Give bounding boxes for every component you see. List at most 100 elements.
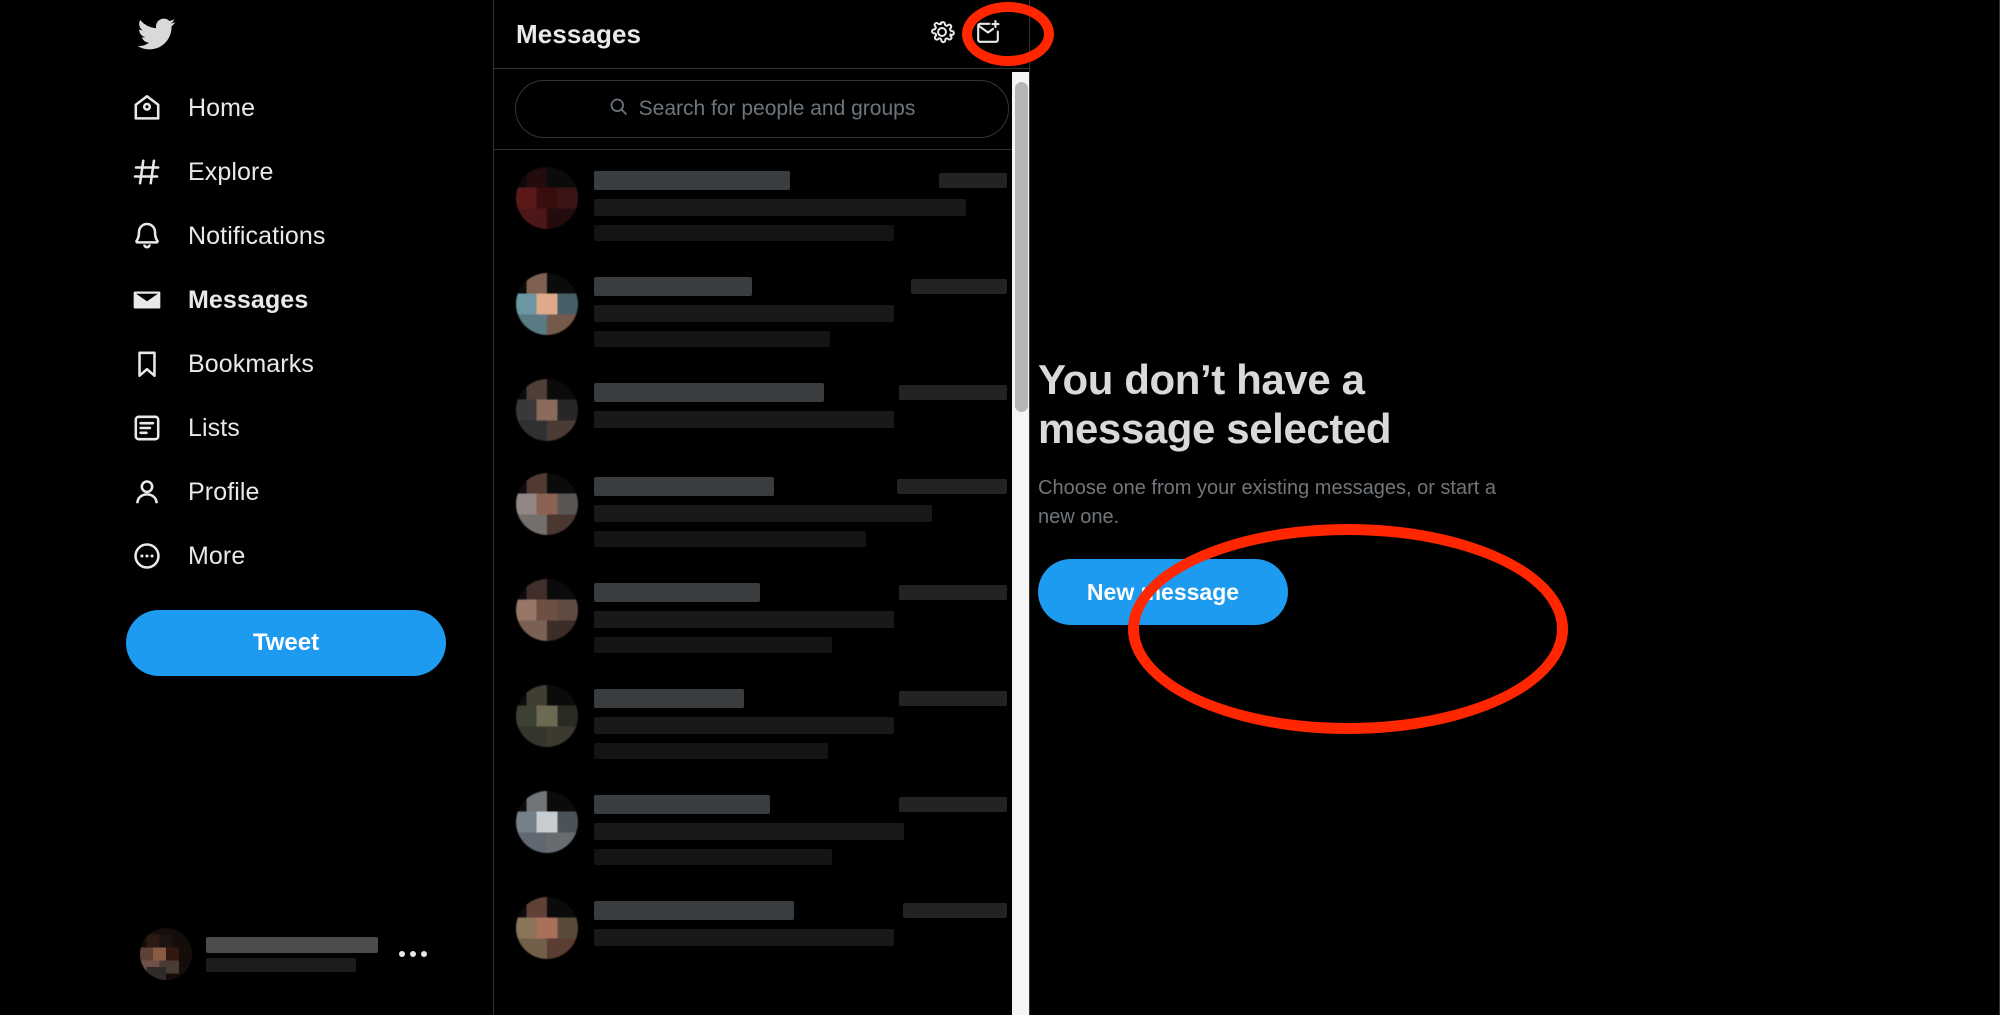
conversation-header	[594, 477, 1007, 496]
scrollbar-thumb[interactable]	[1015, 82, 1028, 412]
sidebar-item-lists[interactable]: Lists	[118, 396, 448, 460]
conversation-timestamp-redacted	[899, 691, 1007, 706]
avatar	[516, 897, 578, 959]
conversation-header	[594, 901, 1007, 920]
twitter-bird-logo[interactable]	[128, 6, 184, 62]
conversation-snippet-redacted	[594, 611, 894, 628]
sidebar-item-home[interactable]: Home	[118, 76, 448, 140]
conversation-header	[594, 689, 1007, 708]
avatar	[140, 928, 192, 980]
empty-state-title: You don’t have a message selected	[1038, 356, 1392, 453]
conversation-snippet-redacted	[594, 305, 894, 322]
sidebar-item-label: Messages	[188, 285, 309, 314]
empty-state-subtitle: Choose one from your existing messages, …	[1038, 477, 1496, 529]
avatar	[516, 379, 578, 441]
twitter-messages-app: Home Explore Notifications Messages Book…	[0, 0, 2000, 1015]
bell-icon	[128, 217, 166, 255]
avatar	[516, 273, 578, 335]
sidebar-item-profile[interactable]: Profile	[118, 460, 448, 524]
conversation-row[interactable]	[494, 563, 1029, 669]
conversation-name-redacted	[594, 477, 774, 496]
conversation-row[interactable]	[494, 881, 1029, 975]
avatar	[516, 685, 578, 747]
conversation-header	[594, 277, 1007, 296]
avatar	[516, 473, 578, 535]
conversation-timestamp-redacted	[911, 279, 1007, 294]
conversation-list-scrollbar[interactable]	[1012, 72, 1029, 1015]
conversation-snippet-redacted	[594, 331, 830, 347]
conversation-snippet-redacted	[594, 743, 828, 759]
conversation-snippet-redacted	[594, 717, 894, 734]
sidebar-item-explore[interactable]: Explore	[118, 140, 448, 204]
sidebar-item-label: Notifications	[188, 221, 326, 250]
sidebar-item-notifications[interactable]: Notifications	[118, 204, 448, 268]
search-input[interactable]: Search for people and groups	[514, 80, 1009, 138]
account-name-redacted	[206, 936, 378, 953]
sidebar-item-messages[interactable]: Messages	[118, 268, 448, 332]
conversation-name-redacted	[594, 901, 794, 920]
conversation-preview	[594, 897, 1007, 946]
sidebar-item-label: More	[188, 541, 246, 570]
conversation-snippet-redacted	[594, 531, 866, 547]
settings-button[interactable]	[919, 11, 965, 57]
sidebar-item-label: Profile	[188, 477, 260, 506]
account-switcher[interactable]	[126, 915, 444, 993]
search-placeholder: Search for people and groups	[638, 97, 916, 120]
conversation-row[interactable]	[494, 257, 1029, 363]
more-circle-icon	[128, 537, 166, 575]
conversation-preview	[594, 579, 1007, 653]
account-identity	[206, 936, 396, 972]
logo-row	[118, 0, 448, 68]
conversation-preview	[594, 473, 1007, 547]
conversation-preview	[594, 791, 1007, 865]
sidebar-nav-list: Home Explore Notifications Messages Book…	[118, 76, 448, 588]
envelope-icon	[128, 281, 166, 319]
conversation-snippet-redacted	[594, 929, 894, 946]
messages-header: Messages	[494, 0, 1029, 69]
conversation-header	[594, 583, 1007, 602]
sidebar-item-label: Explore	[188, 157, 274, 186]
empty-state: You don’t have a message selected Choose…	[1038, 355, 1898, 626]
conversation-preview	[594, 167, 1007, 241]
person-icon	[128, 473, 166, 511]
conversation-row[interactable]	[494, 151, 1029, 257]
page-title: Messages	[516, 18, 642, 49]
conversation-row[interactable]	[494, 457, 1029, 563]
search-section: Search for people and groups	[494, 69, 1029, 150]
conversation-snippet-redacted	[594, 411, 894, 428]
conversation-timestamp-redacted	[899, 797, 1007, 812]
sidebar-item-more[interactable]: More	[118, 524, 448, 588]
conversation-header	[594, 383, 1007, 402]
conversation-timestamp-redacted	[939, 173, 1007, 188]
sidebar-item-label: Home	[188, 93, 256, 122]
conversation-timestamp-redacted	[899, 585, 1007, 600]
hash-icon	[128, 153, 166, 191]
account-handle-redacted	[206, 957, 356, 972]
conversation-snippet-redacted	[594, 199, 966, 216]
conversation-name-redacted	[594, 689, 744, 708]
message-detail-pane: You don’t have a message selected Choose…	[1030, 0, 2000, 1015]
conversation-list[interactable]	[494, 151, 1029, 1015]
sidebar-item-bookmarks[interactable]: Bookmarks	[118, 332, 448, 396]
conversation-name-redacted	[594, 583, 760, 602]
new-message-cta-button[interactable]: New message	[1038, 559, 1288, 626]
gear-icon	[928, 18, 956, 51]
messages-panel: Messages Search for people and groups	[493, 0, 1030, 1015]
conversation-timestamp-redacted	[903, 903, 1007, 918]
conversation-row[interactable]	[494, 669, 1029, 775]
conversation-snippet-redacted	[594, 225, 894, 241]
conversation-snippet-redacted	[594, 505, 932, 522]
conversation-row[interactable]	[494, 363, 1029, 457]
conversation-timestamp-redacted	[897, 479, 1007, 494]
list-icon	[128, 409, 166, 447]
home-icon	[128, 89, 166, 127]
conversation-preview	[594, 685, 1007, 759]
sidebar-item-label: Bookmarks	[188, 349, 314, 378]
conversation-row[interactable]	[494, 775, 1029, 881]
avatar	[516, 791, 578, 853]
conversation-name-redacted	[594, 795, 770, 814]
tweet-button[interactable]: Tweet	[126, 610, 446, 676]
conversation-preview	[594, 273, 1007, 347]
new-message-button[interactable]	[965, 11, 1011, 57]
more-dots-icon[interactable]	[396, 951, 430, 957]
